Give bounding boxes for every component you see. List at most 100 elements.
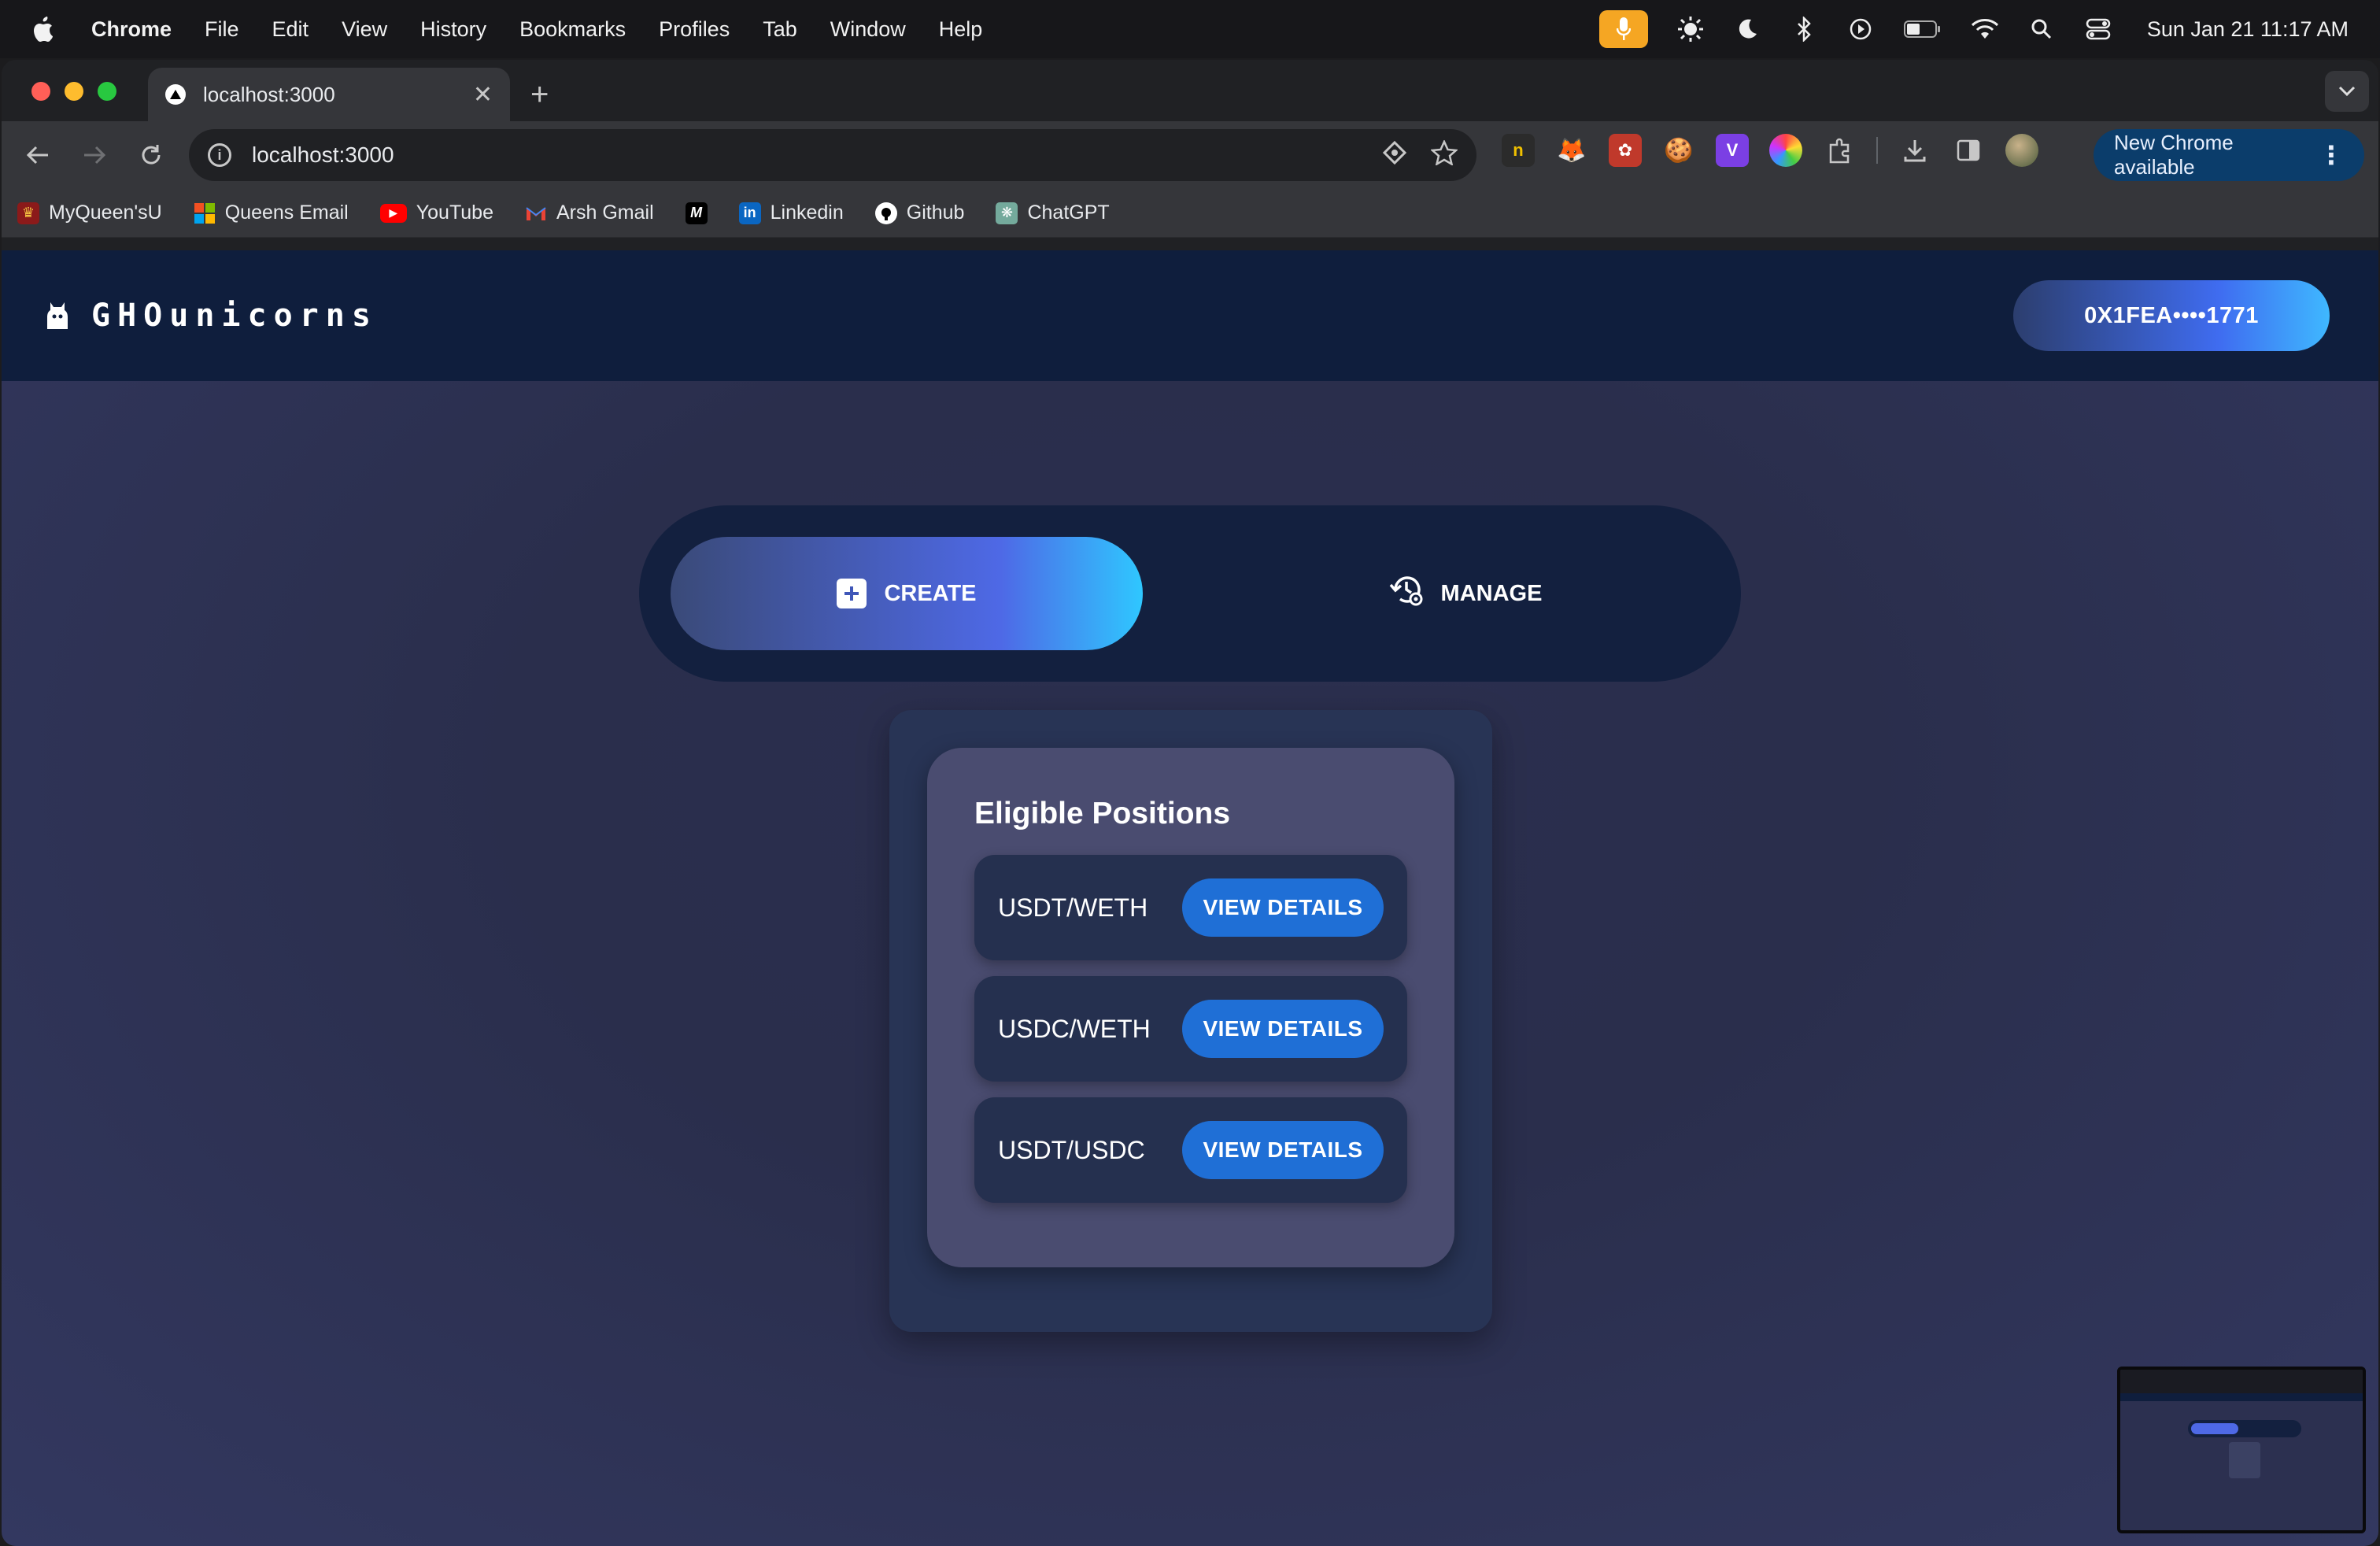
close-window-button[interactable]	[31, 82, 50, 101]
cookie-icon[interactable]: 🍪	[1662, 134, 1695, 167]
bookmark-label: ChatGPT	[1027, 202, 1110, 224]
create-tab-label: CREATE	[884, 580, 977, 606]
more-menu-icon[interactable]: ⋮	[2319, 140, 2344, 170]
view-details-button[interactable]: VIEW DETAILS	[1182, 878, 1384, 937]
brand-logo[interactable]: GHOunicorns	[46, 298, 378, 334]
position-row: USDT/WETH VIEW DETAILS	[974, 855, 1407, 960]
brightness-icon[interactable]	[1676, 15, 1705, 43]
create-tab-button[interactable]: CREATE	[671, 537, 1143, 650]
add-box-icon	[837, 579, 867, 608]
profile-avatar[interactable]	[2005, 134, 2038, 167]
menu-view[interactable]: View	[342, 17, 387, 42]
bookmark-youtube[interactable]: ▶ YouTube	[379, 202, 493, 224]
medium-icon: M	[685, 202, 708, 224]
side-panel-icon[interactable]	[1952, 134, 1985, 167]
toolbar-divider	[1876, 137, 1878, 164]
youtube-icon: ▶	[379, 203, 407, 223]
chatgpt-icon: ❋	[996, 202, 1018, 224]
forward-arrow-icon[interactable]	[74, 135, 115, 176]
bookmark-label: MyQueen'sU	[49, 202, 162, 224]
address-url[interactable]: localhost:3000	[252, 142, 394, 168]
menu-tab[interactable]: Tab	[763, 17, 797, 42]
position-row: USDC/WETH VIEW DETAILS	[974, 976, 1407, 1082]
bookmark-github[interactable]: Github	[874, 202, 964, 224]
menu-bookmarks[interactable]: Bookmarks	[519, 17, 626, 42]
menu-profiles[interactable]: Profiles	[659, 17, 730, 42]
app-header: GHOunicorns 0X1FEA••••1771	[2, 250, 2378, 381]
history-gear-icon	[1389, 572, 1425, 615]
reload-icon[interactable]	[131, 135, 172, 176]
site-info-icon[interactable]: i	[208, 143, 231, 167]
screenshot-thumbnail-preview[interactable]	[2117, 1367, 2366, 1533]
manage-tab-label: MANAGE	[1440, 580, 1543, 606]
puzzle-red-icon[interactable]: ✿	[1609, 134, 1642, 167]
view-details-button[interactable]: VIEW DETAILS	[1182, 1000, 1384, 1058]
menu-history[interactable]: History	[420, 17, 486, 42]
play-circle-icon[interactable]	[1846, 15, 1875, 43]
lens-icon[interactable]	[1382, 140, 1407, 171]
menu-clock[interactable]: Sun Jan 21 11:17 AM	[2147, 17, 2349, 42]
address-bar[interactable]: i localhost:3000	[189, 129, 1476, 181]
battery-icon[interactable]	[1903, 15, 1942, 43]
wallet-address-button[interactable]: 0X1FEA••••1771	[2013, 280, 2330, 351]
n-icon[interactable]: n	[1502, 134, 1535, 167]
bookmarks-bar: ♛ MyQueen'sU Queens Email ▶ YouTube Arsh…	[2, 189, 2378, 238]
extensions-puzzle-icon[interactable]	[1823, 134, 1856, 167]
thumbnail-card	[2229, 1442, 2260, 1478]
menu-window[interactable]: Window	[830, 17, 906, 42]
moon-icon[interactable]	[1733, 15, 1761, 43]
macos-menu-bar: Chrome File Edit View History Bookmarks …	[0, 0, 2380, 58]
bookmark-arsh-gmail[interactable]: Arsh Gmail	[525, 202, 654, 224]
eligible-positions-card: Eligible Positions USDT/WETH VIEW DETAIL…	[927, 748, 1454, 1267]
wifi-icon[interactable]	[1971, 15, 1999, 43]
control-center-icon[interactable]	[2084, 15, 2112, 43]
position-pair: USDT/USDC	[998, 1135, 1145, 1164]
gmail-icon	[525, 202, 547, 224]
linkedin-icon: in	[738, 202, 761, 224]
v-icon[interactable]: V	[1716, 134, 1749, 167]
tab-strip: localhost:3000 ✕ +	[2, 60, 2378, 121]
search-icon[interactable]	[2027, 15, 2056, 43]
queens-crest-icon: ♛	[17, 202, 39, 224]
position-pair: USDC/WETH	[998, 1014, 1151, 1043]
color-wheel-icon[interactable]	[1769, 134, 1802, 167]
github-icon	[874, 202, 897, 224]
back-arrow-icon[interactable]	[17, 135, 58, 176]
browser-tab-active[interactable]: localhost:3000 ✕	[148, 68, 510, 121]
bookmark-myqueensu[interactable]: ♛ MyQueen'sU	[17, 202, 162, 224]
bookmark-star-icon[interactable]	[1429, 139, 1459, 171]
download-icon[interactable]	[1898, 134, 1931, 167]
tab-search-icon[interactable]	[2325, 71, 2369, 112]
browser-toolbar: i localhost:3000 n 🦊 ✿ 🍪 V New Chrome av…	[2, 121, 2378, 189]
microphone-icon[interactable]	[1598, 10, 1648, 48]
minimize-window-button[interactable]	[65, 82, 83, 101]
manage-tab-button[interactable]: MANAGE	[1347, 537, 1584, 650]
bluetooth-icon[interactable]	[1790, 15, 1818, 43]
extensions-row: n 🦊 ✿ 🍪 V	[1502, 134, 2038, 167]
mode-switcher: CREATE MANAGE	[639, 505, 1741, 682]
view-details-button[interactable]: VIEW DETAILS	[1182, 1121, 1384, 1179]
new-chrome-available-button[interactable]: New Chrome available ⋮	[2094, 129, 2364, 181]
zoom-window-button[interactable]	[98, 82, 116, 101]
close-tab-icon[interactable]: ✕	[473, 81, 493, 109]
apple-icon[interactable]	[31, 16, 55, 43]
bookmark-queens-email[interactable]: Queens Email	[194, 202, 349, 224]
menu-help[interactable]: Help	[939, 17, 983, 42]
menu-app-name[interactable]: Chrome	[91, 17, 172, 42]
browser-window: localhost:3000 ✕ + i localhost:3000 n 🦊 …	[2, 60, 2378, 1546]
bookmark-medium[interactable]: M	[685, 202, 708, 224]
update-label: New Chrome available	[2114, 131, 2234, 179]
bookmark-label: YouTube	[416, 202, 493, 224]
new-tab-icon[interactable]: +	[530, 77, 549, 113]
menu-edit[interactable]: Edit	[272, 17, 309, 42]
metamask-icon[interactable]: 🦊	[1555, 134, 1588, 167]
menu-file[interactable]: File	[205, 17, 239, 42]
position-row: USDT/USDC VIEW DETAILS	[974, 1097, 1407, 1203]
bookmark-label: Queens Email	[224, 202, 349, 224]
vercel-triangle-icon	[165, 84, 186, 105]
web-page: GHOunicorns 0X1FEA••••1771 CREATE MANAGE…	[2, 250, 2378, 1546]
bookmark-chatgpt[interactable]: ❋ ChatGPT	[996, 202, 1110, 224]
bookmark-label: Arsh Gmail	[556, 202, 654, 224]
bookmark-label: Linkedin	[770, 202, 844, 224]
bookmark-linkedin[interactable]: in Linkedin	[738, 202, 844, 224]
